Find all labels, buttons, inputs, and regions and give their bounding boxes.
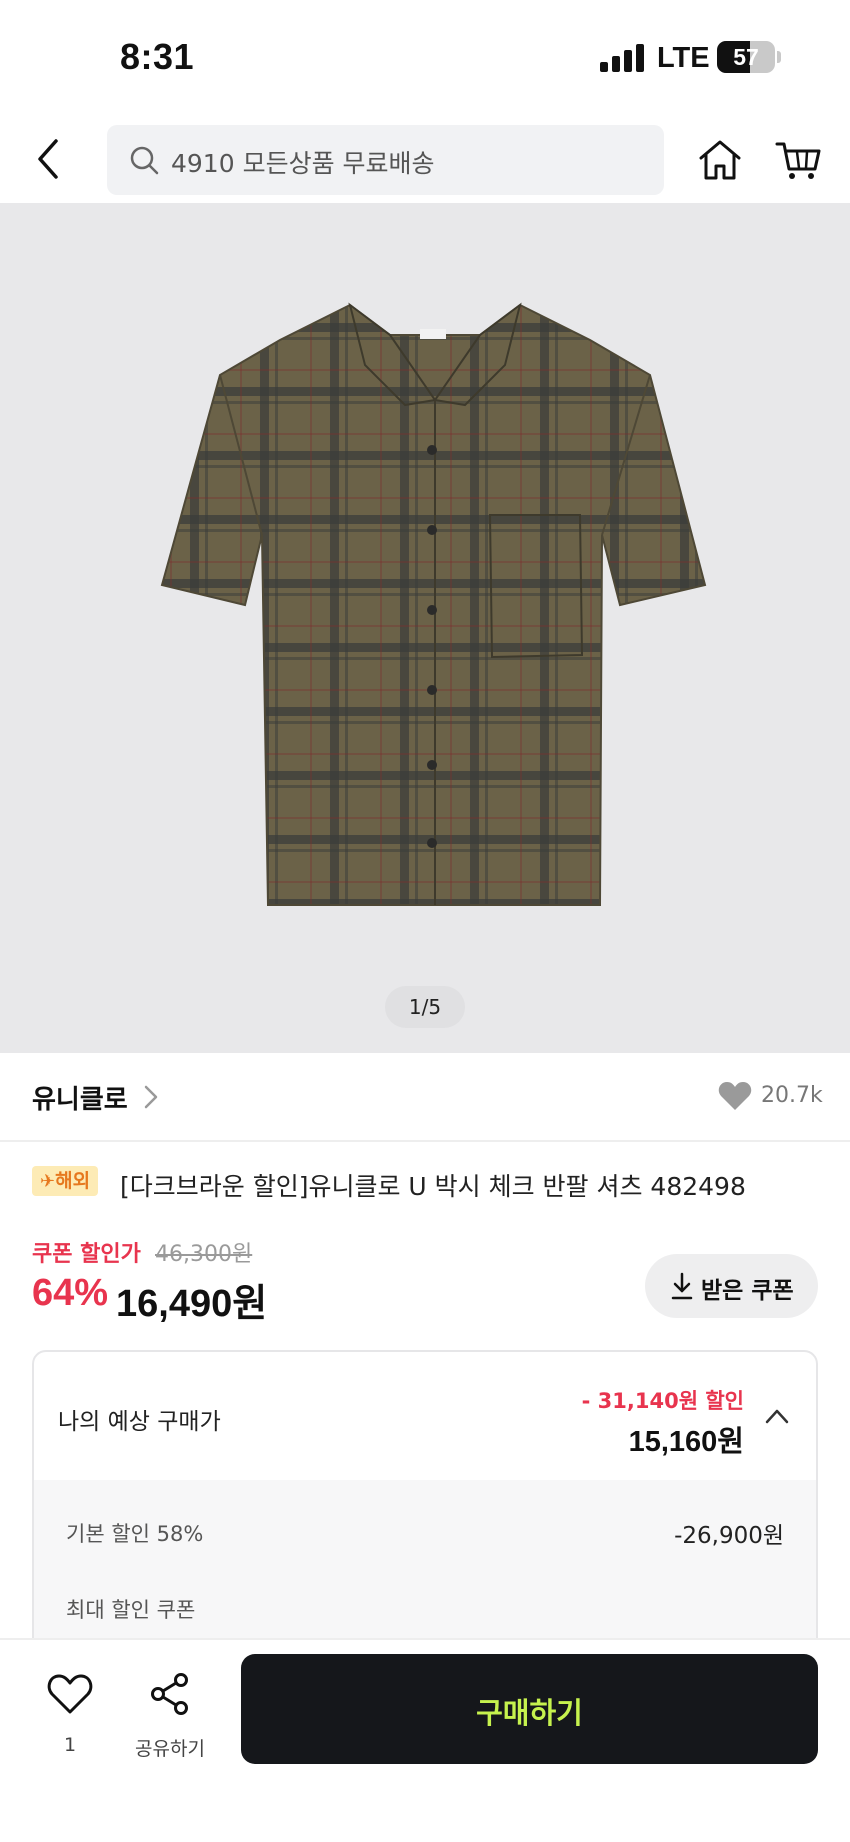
back-button[interactable] xyxy=(30,135,72,183)
breakdown-row-label: 기본 할인 58% xyxy=(66,1522,204,1546)
search-icon xyxy=(130,146,159,175)
product-image-carousel[interactable]: 1/5 xyxy=(0,203,850,1053)
home-icon xyxy=(699,140,741,180)
signal-icon xyxy=(600,44,644,72)
network-type: LTE xyxy=(657,42,710,74)
home-button[interactable] xyxy=(697,139,743,181)
brand-row[interactable]: 유니클로 20.7k xyxy=(0,1053,850,1141)
product-image xyxy=(160,302,707,906)
airplane-icon: ✈ xyxy=(40,1171,56,1192)
bottom-action-bar: 1 공유하기 구매하기 xyxy=(0,1638,850,1842)
estimated-price-header[interactable]: 나의 예상 구매가 - 31,140원 할인 15,160원 xyxy=(34,1352,816,1480)
divider xyxy=(0,1140,850,1142)
share-label: 공유하기 xyxy=(135,1738,205,1760)
received-coupon-label: 받은 쿠폰 xyxy=(701,1278,794,1304)
like-count: 20.7k xyxy=(761,1083,823,1108)
coupon-price-label: 쿠폰 할인가 xyxy=(32,1242,141,1267)
chevron-up-icon[interactable] xyxy=(764,1407,790,1425)
image-pager: 1/5 xyxy=(385,986,465,1028)
top-nav: 4910 모든상품 무료배송 xyxy=(0,115,850,203)
buy-button[interactable]: 구매하기 xyxy=(241,1654,818,1764)
brand-name[interactable]: 유니클로 xyxy=(32,1079,128,1116)
battery-level: 57 xyxy=(733,44,759,70)
search-input[interactable]: 4910 모든상품 무료배송 xyxy=(107,125,664,195)
received-coupon-button[interactable]: 받은 쿠폰 xyxy=(645,1254,818,1318)
estimated-price-card: 나의 예상 구매가 - 31,140원 할인 15,160원 기본 할인 58%… xyxy=(32,1350,818,1670)
back-icon xyxy=(38,139,58,179)
wishlist-count: 1 xyxy=(63,1734,77,1756)
heart-outline-icon xyxy=(47,1674,93,1714)
chevron-right-icon xyxy=(144,1085,158,1109)
status-time: 8:31 xyxy=(120,36,195,77)
battery-icon: 57 xyxy=(717,41,775,73)
badge-label: 해외 xyxy=(55,1170,91,1192)
original-price: 46,300원 xyxy=(155,1242,253,1267)
estimated-price-label: 나의 예상 구매가 xyxy=(58,1409,221,1435)
wishlist-button[interactable]: 1 xyxy=(40,1672,100,1762)
cart-button[interactable] xyxy=(775,139,821,181)
product-title-row: ✈해외 [다크브라운 할인]유니클로 U 박시 체크 반팔 셔츠 482498 xyxy=(32,1166,832,1202)
battery-tip xyxy=(777,51,781,63)
search-placeholder: 4910 모든상품 무료배송 xyxy=(171,149,435,178)
status-bar: 8:31 LTE 57 xyxy=(0,0,850,115)
cart-icon xyxy=(775,142,821,179)
breakdown-row-label: 최대 할인 쿠폰 xyxy=(66,1598,196,1622)
share-icon xyxy=(151,1673,188,1715)
discount-rate: 64% xyxy=(32,1272,109,1314)
share-button[interactable]: 공유하기 xyxy=(130,1672,210,1762)
product-title: [다크브라운 할인]유니클로 U 박시 체크 반팔 셔츠 482498 xyxy=(120,1172,746,1201)
sale-price: 16,490원 xyxy=(116,1283,268,1325)
estimated-discount: - 31,140원 할인 xyxy=(581,1389,744,1413)
download-icon xyxy=(671,1272,693,1300)
estimated-final-price: 15,160원 xyxy=(628,1426,744,1458)
breakdown-row-value: -26,900원 xyxy=(674,1523,784,1549)
heart-icon[interactable] xyxy=(718,1081,752,1111)
buy-button-label: 구매하기 xyxy=(476,1696,583,1730)
overseas-badge: ✈해외 xyxy=(32,1166,99,1196)
